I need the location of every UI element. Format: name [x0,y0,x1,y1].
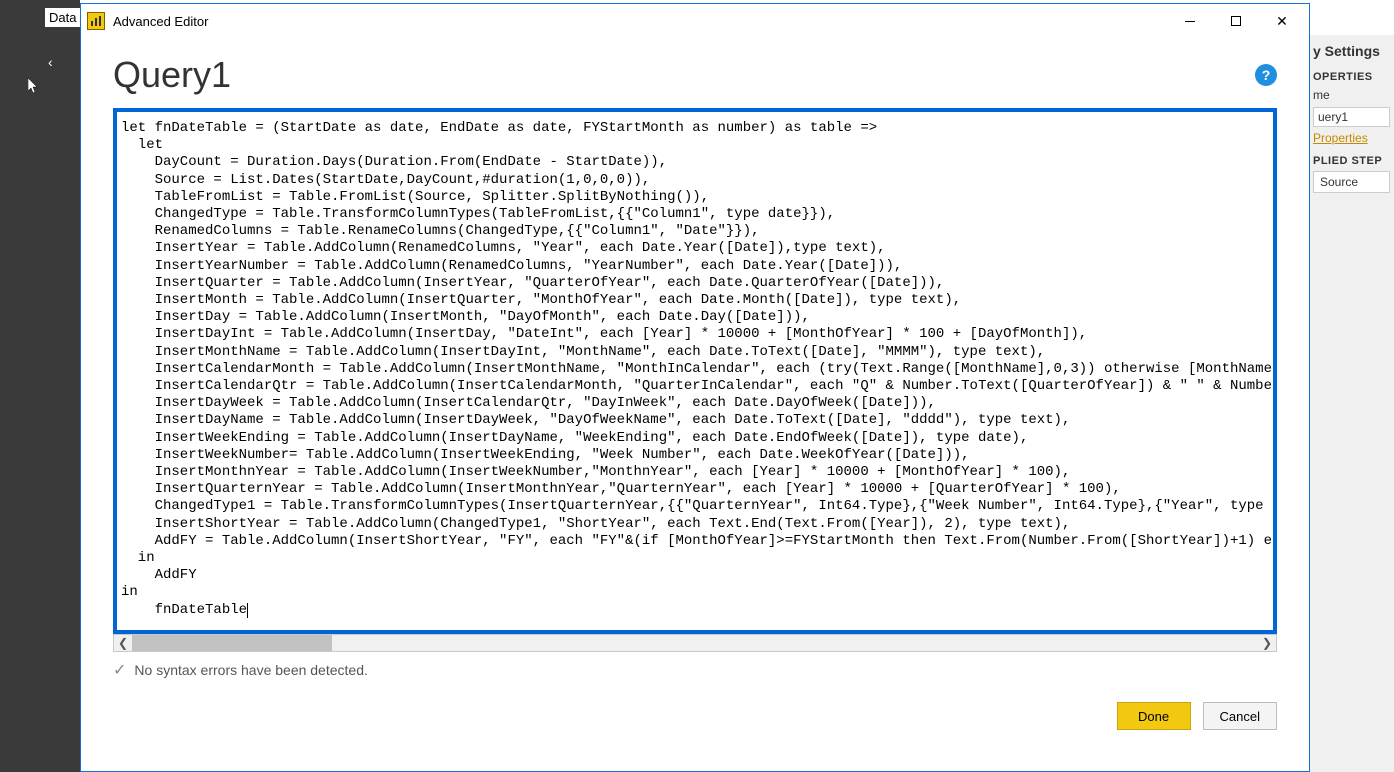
name-label: me [1309,85,1394,105]
minimize-icon [1185,21,1195,22]
cancel-button[interactable]: Cancel [1203,702,1277,730]
cursor-icon [28,78,40,97]
close-button[interactable] [1259,6,1305,36]
powerbi-icon [87,12,105,30]
scroll-right-icon[interactable]: ❯ [1258,635,1276,651]
minimize-button[interactable] [1167,6,1213,36]
close-icon [1276,13,1288,30]
background-sidebar [0,0,80,772]
maximize-button[interactable] [1213,6,1259,36]
maximize-icon [1231,16,1241,26]
help-icon[interactable]: ? [1255,64,1277,86]
query-title: Query1 [113,54,1255,96]
code-editor[interactable]: let fnDateTable = (StartDate as date, En… [113,108,1277,634]
applied-step-source[interactable]: Source [1313,171,1390,193]
check-icon: ✓ [113,660,126,680]
syntax-status: ✓ No syntax errors have been detected. [113,660,1277,680]
window-title: Advanced Editor [113,14,208,29]
horizontal-scrollbar[interactable]: ❮ ❯ [113,634,1277,652]
scroll-left-icon[interactable]: ❮ [114,635,132,651]
done-button[interactable]: Done [1117,702,1191,730]
query-settings-panel: y Settings OPERTIES me uery1 Properties … [1309,35,1394,772]
advanced-editor-dialog: Advanced Editor Query1 ? let fnDateTable… [80,3,1310,772]
query-settings-heading: y Settings [1309,35,1394,63]
text-cursor [247,603,248,618]
scrollbar-thumb[interactable] [132,635,332,651]
query-name-input[interactable]: uery1 [1313,107,1390,127]
code-content: let fnDateTable = (StartDate as date, En… [121,120,1273,618]
syntax-status-text: No syntax errors have been detected. [134,662,367,678]
properties-section-label: OPERTIES [1309,63,1394,85]
background-tab-data[interactable]: Data [45,8,80,27]
applied-steps-section-label: PLIED STEP [1309,147,1394,169]
titlebar: Advanced Editor [81,4,1309,38]
scrollbar-track[interactable] [132,635,1258,651]
collapse-chevron-icon[interactable]: ‹ [48,54,53,70]
all-properties-link[interactable]: Properties [1309,129,1394,147]
